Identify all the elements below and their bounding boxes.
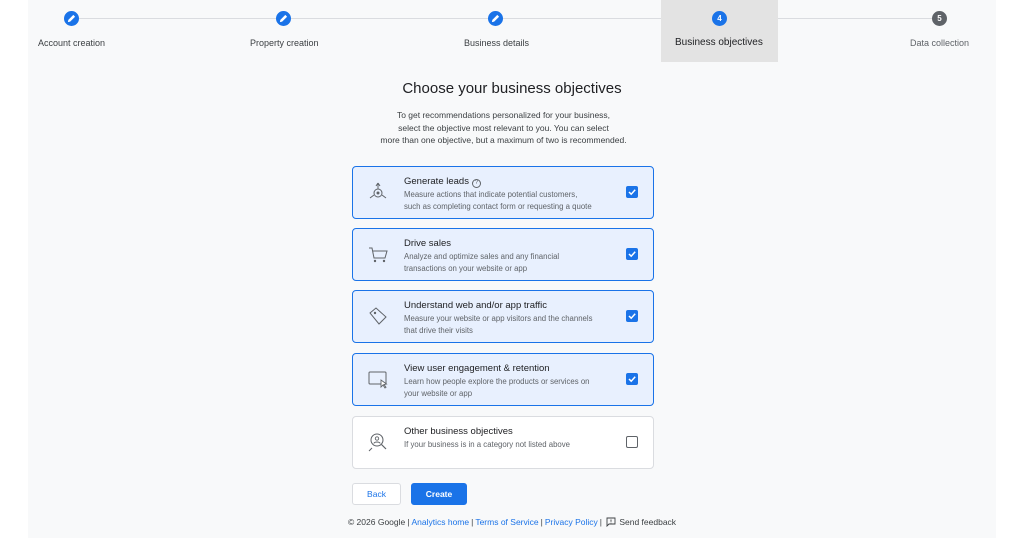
feedback-icon	[606, 517, 616, 527]
back-button[interactable]: Back	[352, 483, 401, 505]
objective-description: Learn how people explore the products or…	[404, 377, 590, 398]
terms-of-service-link[interactable]: Terms of Service	[475, 517, 538, 527]
send-feedback-link[interactable]: Send feedback	[606, 517, 676, 527]
checkmark-icon	[628, 251, 636, 258]
setup-stepper: Account creation Property creation Busin…	[28, 0, 996, 62]
stepper-line	[78, 18, 708, 19]
objective-card-web-app-traffic[interactable]: Understand web and/or app traffic Measur…	[352, 290, 654, 343]
objective-description: Measure your website or app visitors and…	[404, 314, 593, 335]
edit-pencil-icon	[488, 11, 503, 26]
objective-card-drive-sales[interactable]: Drive sales Analyze and optimize sales a…	[352, 228, 654, 281]
objective-title: Drive sales	[404, 238, 451, 249]
subtitle-line: To get recommendations personalized for …	[396, 110, 611, 120]
step-label: Account creation	[38, 38, 106, 48]
page-title: Choose your business objectives	[402, 80, 622, 97]
objective-title: Understand web and/or app traffic	[404, 300, 547, 311]
step-data-collection[interactable]: 5 Data collection	[898, 0, 988, 62]
target-icon	[369, 182, 387, 199]
objective-checkbox[interactable]	[626, 373, 638, 385]
help-icon[interactable]: ?	[471, 179, 481, 188]
step-property-creation[interactable]: Property creation	[238, 0, 338, 62]
checkmark-icon	[628, 189, 636, 196]
checkmark-icon	[628, 376, 636, 383]
footer: © 2026 Google | Analytics home | Terms of Se…	[347, 517, 677, 527]
analytics-home-link[interactable]: Analytics home	[411, 517, 469, 527]
objective-card-other[interactable]: Other business objectives If your busine…	[352, 416, 654, 469]
setup-page: Account creation Property creation Busin…	[28, 0, 996, 538]
step-label: Data collection	[910, 38, 970, 48]
tag-icon	[369, 307, 387, 325]
subtitle-line: more than one objective, but a maximum o…	[380, 135, 627, 145]
objective-checkbox[interactable]	[626, 248, 638, 260]
objective-title: View user engagement & retention	[404, 363, 550, 374]
copyright-text: © 2026 Google	[347, 517, 406, 527]
page-subtitle: To get recommendations personalized for …	[346, 109, 661, 147]
step-account-creation[interactable]: Account creation	[28, 0, 118, 62]
step-business-objectives[interactable]: 4 Business objectives	[661, 0, 778, 62]
objective-card-user-engagement[interactable]: View user engagement & retention Learn h…	[352, 353, 654, 406]
objective-checkbox[interactable]	[626, 436, 638, 448]
step-label: Business objectives	[675, 37, 763, 48]
step-label: Business details	[464, 38, 530, 48]
cart-icon	[369, 247, 388, 263]
send-feedback-label: Send feedback	[619, 517, 677, 527]
objective-checkbox[interactable]	[626, 186, 638, 198]
step-business-details[interactable]: Business details	[448, 0, 548, 62]
objective-title: Other business objectives	[404, 426, 513, 437]
privacy-policy-link[interactable]: Privacy Policy	[545, 517, 598, 527]
objective-card-generate-leads[interactable]: Generate leads? Measure actions that ind…	[352, 166, 654, 219]
step-number-badge: 5	[932, 11, 947, 26]
edit-pencil-icon	[64, 11, 79, 26]
objective-description: Analyze and optimize sales and any finan…	[404, 252, 560, 273]
objective-description: Measure actions that indicate potential …	[404, 190, 592, 211]
create-button[interactable]: Create	[411, 483, 467, 505]
magnify-person-icon	[368, 433, 387, 452]
checkmark-icon	[628, 313, 636, 320]
step-label: Property creation	[250, 38, 319, 48]
edit-pencil-icon	[276, 11, 291, 26]
objective-title: Generate leads?	[404, 176, 481, 188]
objective-description: If your business is in a category not li…	[404, 440, 570, 449]
subtitle-line: select the objective most relevant to yo…	[398, 122, 609, 133]
screen-cursor-icon	[368, 371, 388, 389]
objective-checkbox[interactable]	[626, 310, 638, 322]
step-number-badge: 4	[712, 11, 727, 26]
